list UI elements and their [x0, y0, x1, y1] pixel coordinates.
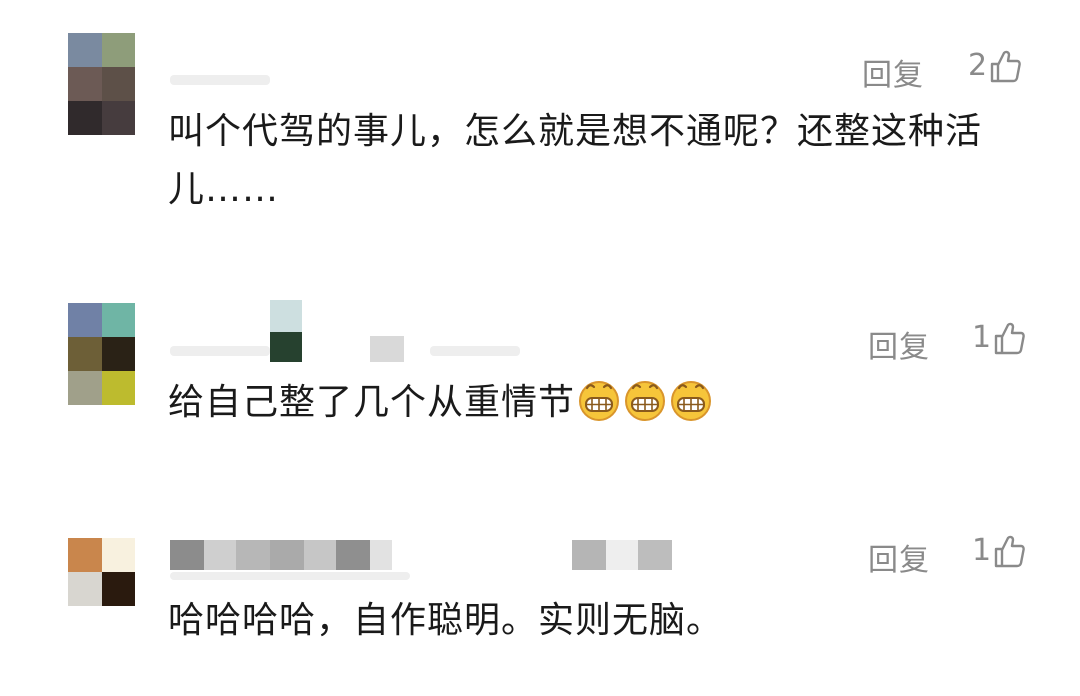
username-shadow: [170, 572, 410, 580]
comment-item-3: 回复 1 哈哈哈哈，自作聪明。实则无脑。: [0, 0, 1080, 696]
reply-button[interactable]: 回复: [868, 535, 930, 579]
like-button[interactable]: 1: [972, 533, 1025, 568]
comment-text: 哈哈哈哈，自作聪明。实则无脑。: [168, 600, 724, 641]
username-redacted[interactable]: [170, 540, 680, 570]
avatar[interactable]: [68, 538, 135, 606]
thumbs-up-icon: [994, 535, 1025, 567]
like-count: 1: [972, 533, 992, 568]
